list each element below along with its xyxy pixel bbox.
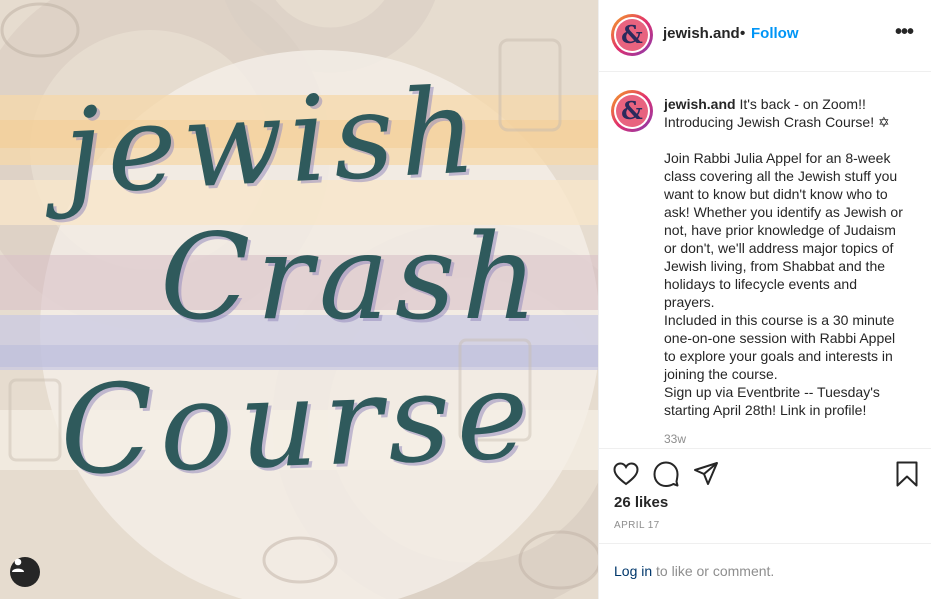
caption-line: joining the course.	[664, 366, 778, 382]
login-link[interactable]: Log in	[614, 563, 652, 579]
heart-icon[interactable]	[612, 460, 640, 488]
header-username[interactable]: jewish.and	[663, 25, 740, 42]
post-age[interactable]: 33w	[664, 432, 686, 446]
post-caption: jewish.and It's back - on Zoom!! Introdu…	[664, 95, 920, 419]
avatar[interactable]: &	[611, 14, 653, 56]
lettering-crash: Crash	[160, 208, 544, 346]
caption-line: Sign up via Eventbrite -- Tuesday's	[664, 384, 880, 400]
caption-line: It's back - on Zoom!!	[739, 96, 866, 112]
caption-line: Join Rabbi Julia Appel for an 8-week	[664, 150, 891, 166]
avatar-monogram: &	[616, 95, 648, 127]
post-date[interactable]: APRIL 17	[614, 520, 660, 531]
post-image[interactable]: jewish Crash Course	[0, 0, 598, 599]
bookmark-icon[interactable]	[893, 460, 921, 488]
caption-line: prayers.	[664, 294, 715, 310]
caption-line: Included in this course is a 30 minute	[664, 312, 895, 328]
caption-line: to explore your goals and interests in	[664, 348, 893, 364]
caption-line: or don't, we'll address major topics of	[664, 240, 894, 256]
post-actions: 26 likes APRIL 17	[599, 448, 931, 543]
avatar-monogram: &	[616, 19, 648, 51]
caption-avatar[interactable]: &	[611, 90, 653, 132]
caption-line: holidays to lifecycle events and	[664, 276, 857, 292]
caption-username[interactable]: jewish.and	[664, 96, 736, 112]
caption-line: one-on-one session with Rabbi Appel	[664, 330, 896, 346]
caption-line: not, have prior knowledge of Judaism	[664, 222, 896, 238]
caption-area: & jewish.and It's back - on Zoom!! Intro…	[599, 72, 931, 448]
caption-line: ask! Whether you identify as Jewish or	[664, 204, 903, 220]
follow-button[interactable]: Follow	[751, 25, 799, 42]
likes-count[interactable]: 26 likes	[614, 494, 668, 511]
caption-line: Jewish living, from Shabbat and the	[664, 258, 886, 274]
comment-icon[interactable]	[652, 460, 680, 488]
caption-line: starting April 28th! Link in profile!	[664, 402, 867, 418]
tagged-users-button[interactable]	[10, 557, 40, 587]
caption-line: Introducing Jewish Crash Course! ✡	[664, 114, 890, 130]
caption-line: class covering all the Jewish stuff you	[664, 168, 898, 184]
comment-prompt: Log in to like or comment.	[599, 543, 931, 599]
user-icon	[12, 558, 24, 572]
post-side-panel: & jewish.and • Follow ••• & jewish.and I…	[598, 0, 931, 599]
caption-line: want to know but didn't know who to	[664, 186, 888, 202]
lettering-course: Course	[57, 343, 537, 503]
post-header: & jewish.and • Follow •••	[599, 0, 931, 72]
share-icon[interactable]	[692, 460, 720, 488]
login-prompt-text: to like or comment.	[652, 563, 775, 579]
separator-dot: •	[740, 25, 746, 42]
more-options-icon[interactable]: •••	[895, 22, 914, 42]
lettering-jewish: jewish	[60, 61, 486, 221]
